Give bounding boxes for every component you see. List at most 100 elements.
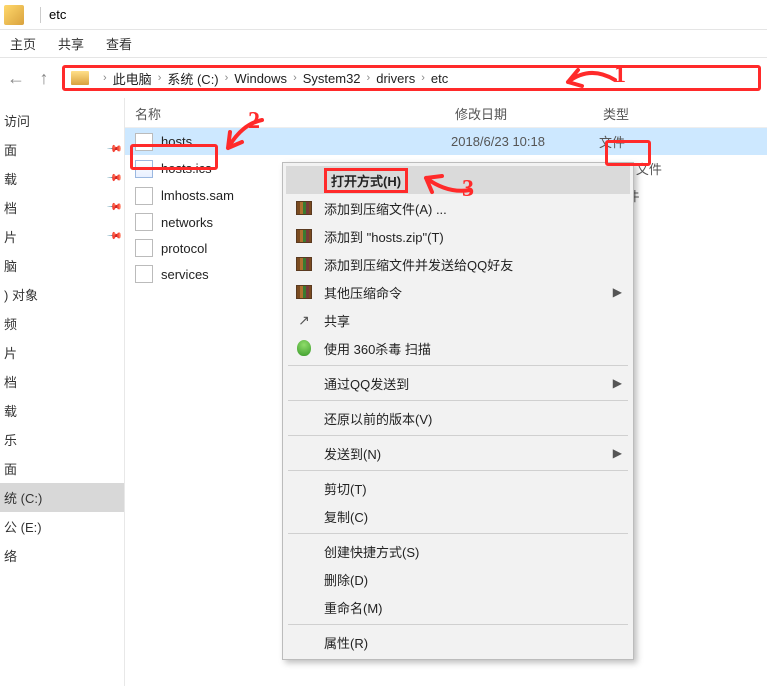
breadcrumb-segment[interactable]: etc <box>431 71 448 86</box>
context-menu-item[interactable]: 其他压缩命令▶ <box>286 278 630 306</box>
context-menu-label: 还原以前的版本(V) <box>324 409 622 428</box>
sidebar-item[interactable]: 载📌 <box>0 164 124 193</box>
context-menu-item[interactable]: 通过QQ发送到▶ <box>286 369 630 397</box>
sidebar-item[interactable]: 统 (C:) <box>0 483 124 512</box>
sidebar-item[interactable]: 络 <box>0 541 124 570</box>
breadcrumb-segment[interactable]: System32 <box>303 71 361 86</box>
context-menu-label: 剪切(T) <box>324 479 622 498</box>
sidebar-item[interactable]: 脑 <box>0 251 124 280</box>
column-name[interactable]: 名称 <box>135 104 455 123</box>
archive-icon <box>294 198 314 218</box>
context-menu-item[interactable]: 删除(D) <box>286 565 630 593</box>
breadcrumb[interactable]: › 此电脑 › 系统 (C:) › Windows › System32 › d… <box>62 65 761 91</box>
sidebar-item-label: 载 <box>4 169 17 188</box>
tab-home[interactable]: 主页 <box>10 34 36 53</box>
window-title: etc <box>49 7 66 22</box>
sidebar-item[interactable]: 访问 <box>0 106 124 135</box>
shield-icon <box>294 338 314 358</box>
sidebar-item[interactable]: 公 (E:) <box>0 512 124 541</box>
context-menu-item[interactable]: ↗共享 <box>286 306 630 334</box>
context-menu-item[interactable]: 还原以前的版本(V) <box>286 404 630 432</box>
blank-icon <box>294 541 314 561</box>
sidebar-item[interactable]: 片📌 <box>0 222 124 251</box>
context-menu-label: 复制(C) <box>324 507 622 526</box>
sidebar-item-label: 档 <box>4 198 17 217</box>
menu-separator <box>288 365 628 366</box>
chevron-right-icon: ▶ <box>613 446 622 460</box>
sidebar-item[interactable]: 乐 <box>0 425 124 454</box>
file-row[interactable]: hosts2018/6/23 10:18文件 <box>125 128 767 155</box>
chevron-right-icon: › <box>293 72 297 84</box>
breadcrumb-segment[interactable]: 此电脑 <box>113 69 152 88</box>
sidebar-item[interactable]: 片 <box>0 338 124 367</box>
sidebar-item[interactable]: 频 <box>0 309 124 338</box>
file-icon <box>135 187 153 205</box>
menu-separator <box>288 400 628 401</box>
chevron-right-icon: › <box>225 72 229 84</box>
sidebar: 访问面📌载📌档📌片📌脑) 对象频片档载乐面统 (C:)公 (E:)络 <box>0 98 125 686</box>
context-menu-label: 使用 360杀毒 扫描 <box>324 339 622 358</box>
sidebar-item[interactable]: 面 <box>0 454 124 483</box>
blank-icon <box>294 408 314 428</box>
pin-icon: 📌 <box>105 199 122 216</box>
share-icon: ↗ <box>294 310 314 330</box>
context-menu-label: 通过QQ发送到 <box>324 374 613 393</box>
context-menu-item[interactable]: 重命名(M) <box>286 593 630 621</box>
sidebar-item-label: 访问 <box>4 111 30 130</box>
context-menu-item[interactable]: 复制(C) <box>286 502 630 530</box>
sidebar-item-label: ) 对象 <box>4 285 38 304</box>
context-menu-item[interactable]: 剪切(T) <box>286 474 630 502</box>
context-menu-item[interactable]: 添加到压缩文件并发送给QQ好友 <box>286 250 630 278</box>
sidebar-item-label: 脑 <box>4 256 17 275</box>
context-menu: 打开方式(H)添加到压缩文件(A) ...添加到 "hosts.zip"(T) 添… <box>282 162 634 660</box>
file-icon <box>135 213 153 231</box>
tab-share[interactable]: 共享 <box>58 34 84 53</box>
context-menu-label: 添加到压缩文件并发送给QQ好友 <box>324 255 622 274</box>
sidebar-item[interactable]: 档 <box>0 367 124 396</box>
sidebar-item-label: 络 <box>4 546 17 565</box>
sidebar-item-label: 面 <box>4 459 17 478</box>
sidebar-item[interactable]: 档📌 <box>0 193 124 222</box>
nav-back-icon[interactable]: ← <box>6 68 26 89</box>
blank-icon <box>294 373 314 393</box>
file-name: hosts <box>161 134 451 149</box>
sidebar-item-label: 统 (C:) <box>4 488 42 507</box>
blank-icon <box>294 569 314 589</box>
tab-view[interactable]: 查看 <box>106 34 132 53</box>
context-menu-item[interactable]: 属性(R) <box>286 628 630 656</box>
menu-separator <box>288 435 628 436</box>
chevron-right-icon: › <box>103 72 107 84</box>
file-icon <box>135 133 153 151</box>
chevron-right-icon: › <box>367 72 371 84</box>
column-type[interactable]: 类型 <box>603 104 683 123</box>
menu-separator <box>288 624 628 625</box>
file-type: 文件 <box>599 132 625 151</box>
nav-up-icon[interactable]: ↑ <box>34 68 54 89</box>
context-menu-label: 发送到(N) <box>324 444 613 463</box>
sidebar-item[interactable]: 载 <box>0 396 124 425</box>
folder-icon <box>71 71 89 85</box>
blank-icon <box>294 443 314 463</box>
pin-icon: 📌 <box>105 141 122 158</box>
context-menu-item[interactable]: 创建快捷方式(S) <box>286 537 630 565</box>
sidebar-item[interactable]: 面📌 <box>0 135 124 164</box>
sidebar-item-label: 载 <box>4 401 17 420</box>
file-date: 2018/6/23 10:18 <box>451 134 599 149</box>
blank-icon <box>294 597 314 617</box>
column-date[interactable]: 修改日期 <box>455 104 603 123</box>
context-menu-label: 打开方式(H) <box>324 168 622 193</box>
sidebar-item-label: 片 <box>4 227 17 246</box>
context-menu-item[interactable]: 打开方式(H) <box>286 166 630 194</box>
sidebar-item-label: 公 (E:) <box>4 517 42 536</box>
address-bar: ← ↑ › 此电脑 › 系统 (C:) › Windows › System32… <box>0 58 767 98</box>
context-menu-item[interactable]: 使用 360杀毒 扫描 <box>286 334 630 362</box>
breadcrumb-segment[interactable]: drivers <box>376 71 415 86</box>
context-menu-item[interactable]: 添加到压缩文件(A) ... <box>286 194 630 222</box>
title-bar: etc <box>0 0 767 30</box>
context-menu-item[interactable]: 发送到(N)▶ <box>286 439 630 467</box>
context-menu-item[interactable]: 添加到 "hosts.zip"(T) <box>286 222 630 250</box>
breadcrumb-segment[interactable]: Windows <box>234 71 287 86</box>
breadcrumb-segment[interactable]: 系统 (C:) <box>167 69 218 88</box>
sidebar-item[interactable]: ) 对象 <box>0 280 124 309</box>
menu-separator <box>288 533 628 534</box>
